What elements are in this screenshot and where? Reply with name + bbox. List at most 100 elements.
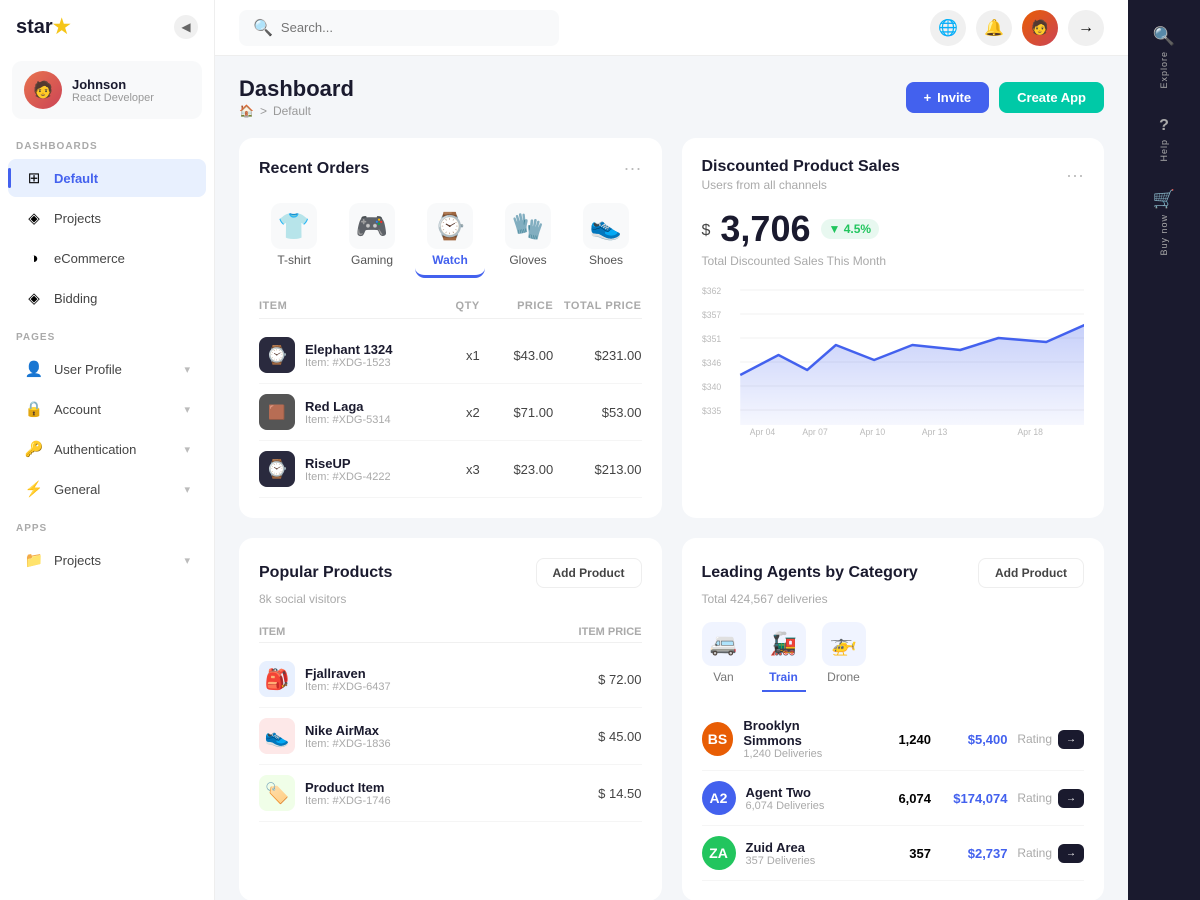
sidebar-item-user-profile[interactable]: 👤 User Profile ▾ (8, 350, 206, 388)
topbar-right: 🌐 🔔 🧑 → (930, 10, 1104, 46)
sidebar-item-projects[interactable]: ◈ Projects (8, 199, 206, 237)
sales-badge: ▼ 4.5% (821, 219, 880, 239)
sidebar-item-authentication[interactable]: 🔑 Authentication ▾ (8, 430, 206, 468)
card-menu-icon[interactable]: ··· (624, 158, 642, 179)
category-tab-gaming[interactable]: 🎮 Gaming (337, 195, 407, 278)
create-app-button[interactable]: Create App (999, 82, 1104, 113)
panel-label: Help (1159, 139, 1169, 162)
search-box[interactable]: 🔍 (239, 10, 559, 46)
rating-button[interactable]: → (1058, 789, 1084, 808)
list-item: 🏷️ Product Item Item: #XDG-1746 $ 14.50 (259, 765, 642, 822)
invite-button[interactable]: + Invite (906, 82, 990, 113)
agent-info: BS Brooklyn Simmons 1,240 Deliveries (702, 718, 855, 760)
filter-label: Van (713, 670, 733, 684)
add-product-button-agents[interactable]: Add Product (978, 558, 1084, 588)
filter-label: Drone (827, 670, 860, 684)
table-row: ⌚ RiseUP Item: #XDG-4222 x3 $23.00 $213.… (259, 441, 642, 498)
section-apps: APPS (0, 509, 214, 540)
cat-label: Shoes (589, 253, 623, 267)
order-image: 🟫 (259, 394, 295, 430)
agent-deliveries: 357 Deliveries (746, 855, 816, 867)
card-header: Recent Orders ··· (259, 158, 642, 179)
category-filters: 🚐 Van 🚂 Train 🚁 Drone (702, 622, 1085, 692)
user-card[interactable]: 🧑 Johnson React Developer (12, 61, 202, 119)
agents-header: Leading Agents by Category Add Product (702, 558, 1085, 588)
category-tab-watch[interactable]: ⌚ Watch (415, 195, 485, 278)
topbar-notification-icon[interactable]: 🔔 (976, 10, 1012, 46)
agent-deliveries: 6,074 Deliveries (746, 800, 825, 812)
order-details: Red Laga Item: #XDG-5314 (305, 399, 391, 426)
order-price: $71.00 (480, 405, 554, 420)
sidebar-item-account[interactable]: 🔒 Account ▾ (8, 390, 206, 428)
rating-button[interactable]: → (1058, 844, 1084, 863)
page-header: Dashboard 🏠 > Default + Invite Create Ap… (239, 76, 1104, 118)
svg-text:$340: $340 (702, 382, 721, 392)
filter-tab-drone[interactable]: 🚁 Drone (822, 622, 866, 692)
sidebar-item-ecommerce[interactable]: ◑ eCommerce (8, 239, 206, 277)
sidebar-item-default[interactable]: ⊞ Default (8, 159, 206, 197)
product-id: Item: #XDG-1836 (305, 738, 391, 750)
category-tab-gloves[interactable]: 🧤 Gloves (493, 195, 563, 278)
order-qty: x2 (406, 405, 480, 420)
sales-number: 3,706 (720, 208, 810, 250)
agents-title: Leading Agents by Category (702, 564, 918, 582)
order-name: Elephant 1324 (305, 342, 392, 357)
collapse-button[interactable]: ◀ (174, 15, 198, 39)
card-header: Discounted Product Sales Users from all … (702, 158, 1085, 192)
sidebar-item-general[interactable]: ⚡ General ▾ (8, 470, 206, 508)
search-input[interactable] (281, 20, 545, 35)
topbar-globe-icon[interactable]: 🌐 (930, 10, 966, 46)
card-menu-icon[interactable]: ··· (1066, 165, 1084, 186)
table-row: 🟫 Red Laga Item: #XDG-5314 x2 $71.00 $53… (259, 384, 642, 441)
panel-item-help[interactable]: ? Help (1128, 107, 1200, 172)
sidebar: star★ ◀ 🧑 Johnson React Developer DASHBO… (0, 0, 215, 900)
table-row: ZA Zuid Area 357 Deliveries 357 $2,737 R… (702, 826, 1085, 881)
recent-orders-title: Recent Orders (259, 160, 369, 178)
van-icon: 🚐 (702, 622, 746, 666)
product-id: Item: #XDG-1746 (305, 795, 391, 807)
products-header: Popular Products Add Product (259, 558, 642, 588)
user-profile-icon: 👤 (24, 359, 44, 379)
watch-icon: ⌚ (427, 203, 473, 249)
user-role: React Developer (72, 92, 154, 104)
order-item: 🟫 Red Laga Item: #XDG-5314 (259, 394, 406, 430)
topbar-arrow-icon[interactable]: → (1068, 10, 1104, 46)
sidebar-item-label: Account (54, 402, 101, 417)
agent-info: A2 Agent Two 6,074 Deliveries (702, 781, 855, 815)
filter-tab-train[interactable]: 🚂 Train (762, 622, 806, 692)
search-icon: 🔍 (253, 18, 273, 38)
train-icon: 🚂 (762, 622, 806, 666)
sidebar-item-projects-app[interactable]: 📁 Projects ▾ (8, 541, 206, 579)
panel-label: Buy now (1159, 214, 1169, 256)
topbar-avatar[interactable]: 🧑 (1022, 10, 1058, 46)
rating-button[interactable]: → (1058, 730, 1084, 749)
category-tab-tshirt[interactable]: 👕 T-shirt (259, 195, 329, 278)
svg-text:$351: $351 (702, 334, 721, 344)
add-product-button[interactable]: Add Product (536, 558, 642, 588)
chevron-down-icon: ▾ (184, 554, 190, 567)
agent-rating: Rating → (1008, 789, 1085, 808)
filter-tab-van[interactable]: 🚐 Van (702, 622, 746, 692)
orders-table: ITEM QTY PRICE TOTAL PRICE ⌚ Elephant 13… (259, 294, 642, 498)
panel-item-buy[interactable]: 🛒 Buy now (1128, 179, 1200, 266)
category-tab-shoes[interactable]: 👟 Shoes (571, 195, 641, 278)
buy-icon: 🛒 (1153, 189, 1175, 210)
agents-subtitle: Total 424,567 deliveries (702, 592, 1085, 606)
product-details: Fjallraven Item: #XDG-6437 (305, 666, 391, 693)
product-image: 🎒 (259, 661, 295, 697)
sidebar-item-bidding[interactable]: ◈ Bidding (8, 279, 206, 317)
panel-item-explore[interactable]: 🔍 Explore (1128, 16, 1200, 99)
rating-label: Rating (1017, 846, 1052, 860)
breadcrumb: 🏠 > Default (239, 104, 354, 118)
page-header-left: Dashboard 🏠 > Default (239, 76, 354, 118)
col-qty: QTY (406, 300, 480, 312)
svg-text:Apr 04: Apr 04 (749, 427, 774, 437)
order-id: Item: #XDG-5314 (305, 414, 391, 426)
avatar: 🧑 (24, 71, 62, 109)
order-price: $23.00 (480, 462, 554, 477)
section-dashboards: DASHBOARDS (0, 127, 214, 158)
agent-rating: Rating → (1008, 844, 1085, 863)
product-item: 🎒 Fjallraven Item: #XDG-6437 (259, 661, 514, 697)
sales-chart: $362 $357 $351 $346 $340 $335 Apr 04 Apr… (702, 280, 1085, 440)
cards-row: Recent Orders ··· 👕 T-shirt 🎮 Gaming ⌚ (239, 138, 1104, 518)
